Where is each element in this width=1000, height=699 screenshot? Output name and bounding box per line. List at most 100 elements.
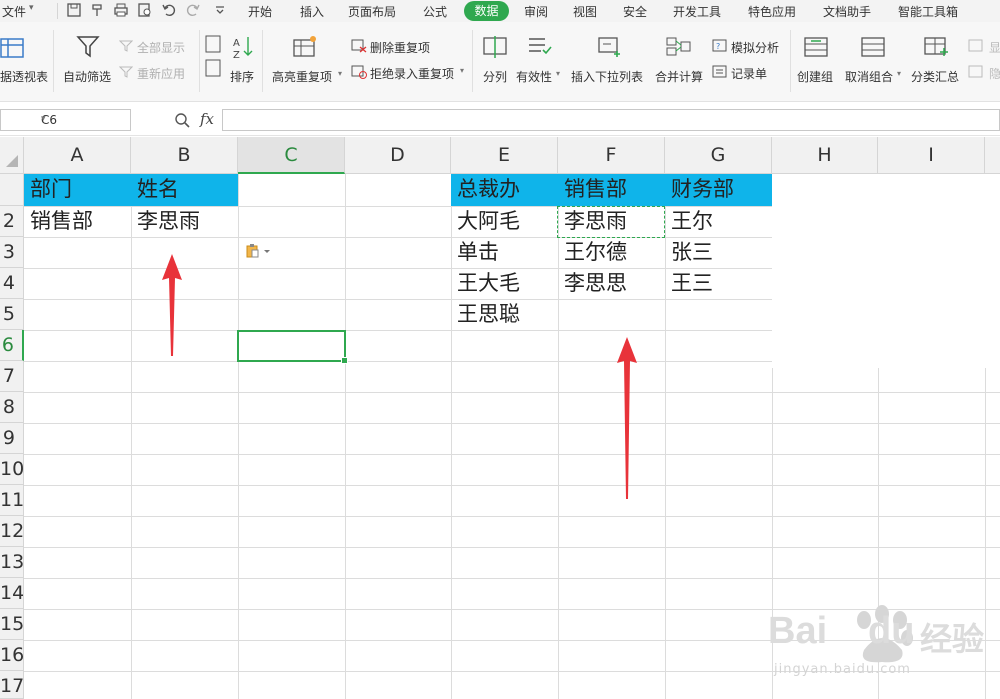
col-header-c[interactable]: C: [238, 137, 345, 174]
row-header-5[interactable]: 5: [0, 299, 24, 330]
cell-e2[interactable]: 大阿毛: [451, 206, 520, 237]
col-header-i[interactable]: I: [878, 137, 985, 174]
consolidate-icon[interactable]: [666, 35, 692, 59]
cell-e1[interactable]: 总裁办: [451, 174, 558, 206]
ungroup-dropdown-icon[interactable]: ▾: [897, 69, 901, 78]
highlight-duplicates-icon[interactable]: [292, 34, 318, 60]
record-form-button[interactable]: 记录单: [731, 65, 767, 82]
tab-home[interactable]: 开始: [248, 3, 272, 20]
cell-f1[interactable]: 销售部: [558, 174, 665, 206]
row-header-3[interactable]: 3: [0, 237, 24, 268]
menu-file[interactable]: 文件: [2, 3, 26, 20]
cell-g2[interactable]: 王尔: [665, 206, 713, 237]
show-all-button[interactable]: 全部显示: [137, 39, 185, 56]
format-painter-icon[interactable]: [89, 2, 105, 18]
undo-icon[interactable]: [161, 2, 177, 18]
split-column-button[interactable]: 分列: [483, 68, 507, 85]
col-header-h[interactable]: H: [772, 137, 878, 174]
selected-cell-c6[interactable]: [237, 330, 348, 364]
subtotal-button[interactable]: 分类汇总: [911, 68, 959, 85]
cell-g1[interactable]: 财务部: [665, 174, 772, 206]
tab-insert[interactable]: 插入: [300, 3, 324, 20]
row-header-11[interactable]: 11: [0, 485, 24, 516]
cell-b2[interactable]: 李思雨: [131, 206, 238, 237]
tab-data[interactable]: 数据: [464, 1, 509, 21]
sort-button[interactable]: 排序: [230, 68, 254, 85]
row-header-7[interactable]: 7: [0, 361, 24, 392]
funnel-icon[interactable]: [76, 34, 100, 60]
tab-smart-toolbox[interactable]: 智能工具箱: [898, 3, 958, 20]
col-header-d[interactable]: D: [345, 137, 451, 174]
auto-filter-button[interactable]: 自动筛选: [63, 68, 111, 85]
cell-g3[interactable]: 张三: [665, 237, 713, 268]
cell-f3[interactable]: 王尔德: [558, 237, 627, 268]
create-group-icon[interactable]: [803, 35, 829, 59]
sort-icon[interactable]: AZ: [231, 34, 255, 60]
cell-a2[interactable]: 销售部: [24, 206, 131, 237]
validity-dropdown-icon[interactable]: ▾: [556, 69, 560, 78]
select-all-corner[interactable]: [0, 137, 24, 174]
formula-input[interactable]: [222, 109, 1000, 131]
cell-e3[interactable]: 单击: [451, 237, 499, 268]
ungroup-icon[interactable]: [860, 35, 886, 59]
consolidate-button[interactable]: 合并计算: [655, 68, 703, 85]
highlight-duplicates-button[interactable]: 高亮重复项: [272, 68, 332, 85]
save-icon[interactable]: [66, 2, 82, 18]
reject-duplicates-button[interactable]: 拒绝录入重复项: [370, 65, 454, 82]
remove-duplicates-button[interactable]: 删除重复项: [370, 39, 430, 56]
file-dropdown-icon[interactable]: ▾: [29, 3, 34, 13]
reapply-button[interactable]: 重新应用: [137, 65, 185, 82]
redo-icon[interactable]: [185, 2, 201, 18]
tab-review[interactable]: 审阅: [524, 3, 548, 20]
tab-developer[interactable]: 开发工具: [673, 3, 721, 20]
row-header-17[interactable]: 17: [0, 671, 24, 699]
cell-a1[interactable]: 部门: [24, 174, 131, 206]
tab-special-apps[interactable]: 特色应用: [748, 3, 796, 20]
highlight-duplicates-dropdown-icon[interactable]: ▾: [338, 69, 342, 78]
tab-doc-assistant[interactable]: 文档助手: [823, 3, 871, 20]
print-icon[interactable]: [113, 2, 129, 18]
row-header-2[interactable]: 2: [0, 206, 24, 237]
validity-icon[interactable]: [527, 35, 553, 59]
insert-dropdown-list-button[interactable]: 插入下拉列表: [571, 68, 643, 85]
cell-f4[interactable]: 李思思: [558, 268, 627, 299]
pivot-table-icon[interactable]: [0, 36, 26, 60]
insert-dropdown-icon[interactable]: [597, 35, 623, 59]
row-header-15[interactable]: 15: [0, 609, 24, 640]
col-header-f[interactable]: F: [558, 137, 665, 174]
paste-options-icon[interactable]: [245, 243, 273, 259]
row-header-10[interactable]: 10: [0, 454, 24, 485]
row-header-13[interactable]: 13: [0, 547, 24, 578]
pivot-table-button[interactable]: 据透视表: [0, 68, 48, 85]
col-header-b[interactable]: B: [131, 137, 238, 174]
tab-view[interactable]: 视图: [573, 3, 597, 20]
col-header-a[interactable]: A: [24, 137, 131, 174]
zoom-formula-icon[interactable]: [174, 112, 190, 128]
tab-security[interactable]: 安全: [623, 3, 647, 20]
what-if-analysis-button[interactable]: 模拟分析: [731, 39, 779, 56]
row-header-9[interactable]: 9: [0, 423, 24, 454]
name-box[interactable]: C6 ▾: [0, 109, 131, 131]
row-header-16[interactable]: 16: [0, 640, 24, 671]
print-preview-icon[interactable]: [137, 2, 153, 18]
row-header-4[interactable]: 4: [0, 268, 24, 299]
reject-duplicates-dropdown-icon[interactable]: ▾: [460, 66, 464, 75]
row-header-12[interactable]: 12: [0, 516, 24, 547]
row-header-1[interactable]: [0, 174, 24, 206]
name-box-dropdown-icon[interactable]: ▾: [41, 114, 126, 124]
cell-b1[interactable]: 姓名: [131, 174, 238, 206]
col-header-e[interactable]: E: [451, 137, 558, 174]
tab-formula[interactable]: 公式: [423, 3, 447, 20]
row-header-6[interactable]: 6: [0, 330, 24, 361]
sort-asc-desc-icon[interactable]: [204, 34, 222, 82]
col-header-g[interactable]: G: [665, 137, 772, 174]
customize-dropdown-icon[interactable]: [212, 2, 228, 18]
cell-e4[interactable]: 王大毛: [451, 268, 520, 299]
split-column-icon[interactable]: [483, 35, 507, 59]
row-header-14[interactable]: 14: [0, 578, 24, 609]
subtotal-icon[interactable]: [923, 35, 949, 59]
tab-page-layout[interactable]: 页面布局: [348, 3, 396, 20]
ungroup-button[interactable]: 取消组合: [845, 68, 893, 85]
cell-e5[interactable]: 王思聪: [451, 299, 520, 330]
row-header-8[interactable]: 8: [0, 392, 24, 423]
